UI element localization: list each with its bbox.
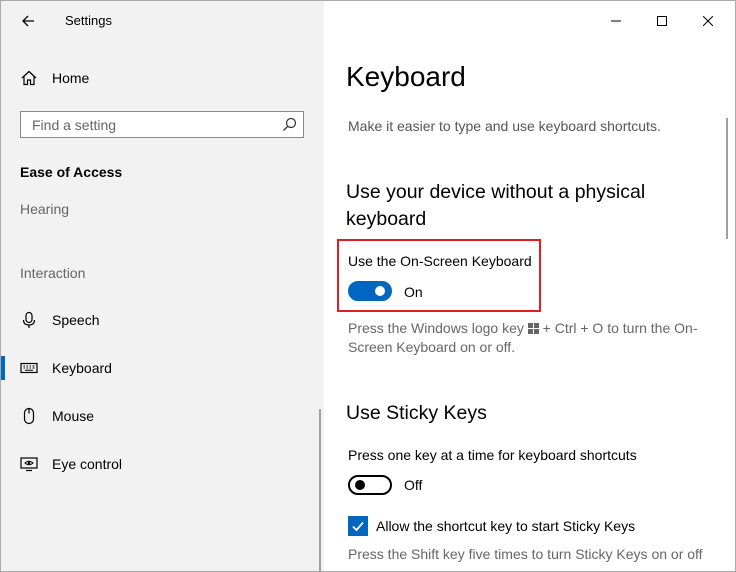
maximize-button[interactable]	[639, 1, 685, 41]
app-title: Settings	[65, 13, 112, 28]
page-description: Make it easier to type and use keyboard …	[348, 118, 661, 134]
minimize-button[interactable]	[593, 1, 639, 41]
close-icon	[703, 16, 713, 26]
help-text-part: Press the Windows logo key	[348, 320, 524, 336]
sidebar-item-label: Keyboard	[52, 360, 112, 376]
sidebar-item-home[interactable]: Home	[1, 61, 324, 97]
mouse-icon	[23, 407, 35, 425]
home-icon	[21, 70, 37, 86]
maximize-icon	[657, 16, 667, 26]
main-scrollbar[interactable]	[726, 118, 728, 239]
highlight-annotation	[337, 239, 541, 312]
sidebar: Settings Home Ease of Access Hearing Int…	[1, 1, 324, 571]
on-screen-keyboard-label: Use the On-Screen Keyboard	[348, 253, 532, 269]
sidebar-item-mouse[interactable]: Mouse	[1, 396, 324, 436]
sidebar-item-label: Speech	[52, 312, 100, 328]
active-indicator	[1, 356, 5, 380]
back-arrow-icon	[22, 15, 34, 27]
checkmark-icon	[352, 521, 364, 532]
on-screen-keyboard-toggle[interactable]	[348, 281, 392, 301]
settings-window: Settings Home Ease of Access Hearing Int…	[0, 0, 736, 572]
minimize-icon	[611, 20, 621, 22]
on-screen-keyboard-help: Press the Windows logo key + Ctrl + O to…	[348, 319, 713, 357]
sticky-keys-label: Press one key at a time for keyboard sho…	[348, 447, 637, 463]
sidebar-group-hearing[interactable]: Hearing	[20, 201, 69, 217]
keyboard-icon	[20, 362, 38, 374]
microphone-icon	[22, 311, 36, 328]
page-title: Keyboard	[346, 61, 466, 92]
search-box[interactable]	[20, 111, 304, 138]
windows-logo-icon	[527, 323, 539, 334]
sidebar-item-eye-control[interactable]: Eye control	[1, 444, 324, 484]
toggle-knob	[355, 480, 365, 490]
on-screen-keyboard-state: On	[404, 284, 423, 300]
eye-control-icon	[20, 457, 38, 472]
sidebar-scrollbar[interactable]	[319, 409, 321, 571]
sticky-keys-help: Press the Shift key five times to turn S…	[348, 546, 703, 562]
sticky-keys-toggle[interactable]	[348, 475, 392, 495]
section-heading-physical-keyboard: Use your device without a physical keybo…	[346, 181, 646, 230]
sticky-keys-shortcut-label[interactable]: Allow the shortcut key to start Sticky K…	[376, 518, 635, 534]
sticky-keys-shortcut-checkbox[interactable]	[348, 516, 368, 536]
close-button[interactable]	[685, 1, 731, 41]
main-content: Keyboard Make it easier to type and use …	[324, 1, 735, 571]
sidebar-group-interaction: Interaction	[20, 265, 86, 281]
sidebar-item-label: Mouse	[52, 408, 95, 424]
section-title: Ease of Access	[20, 164, 123, 180]
search-input[interactable]	[21, 112, 271, 137]
sticky-keys-state: Off	[404, 477, 423, 493]
section-heading-sticky-keys: Use Sticky Keys	[346, 402, 487, 424]
toggle-knob	[375, 286, 385, 296]
search-icon[interactable]	[282, 117, 297, 132]
back-button[interactable]	[11, 5, 45, 37]
sidebar-item-speech[interactable]: Speech	[1, 300, 324, 340]
sidebar-item-label: Home	[52, 70, 90, 86]
sidebar-item-label: Eye control	[52, 456, 123, 472]
sidebar-item-keyboard[interactable]: Keyboard	[1, 348, 324, 388]
